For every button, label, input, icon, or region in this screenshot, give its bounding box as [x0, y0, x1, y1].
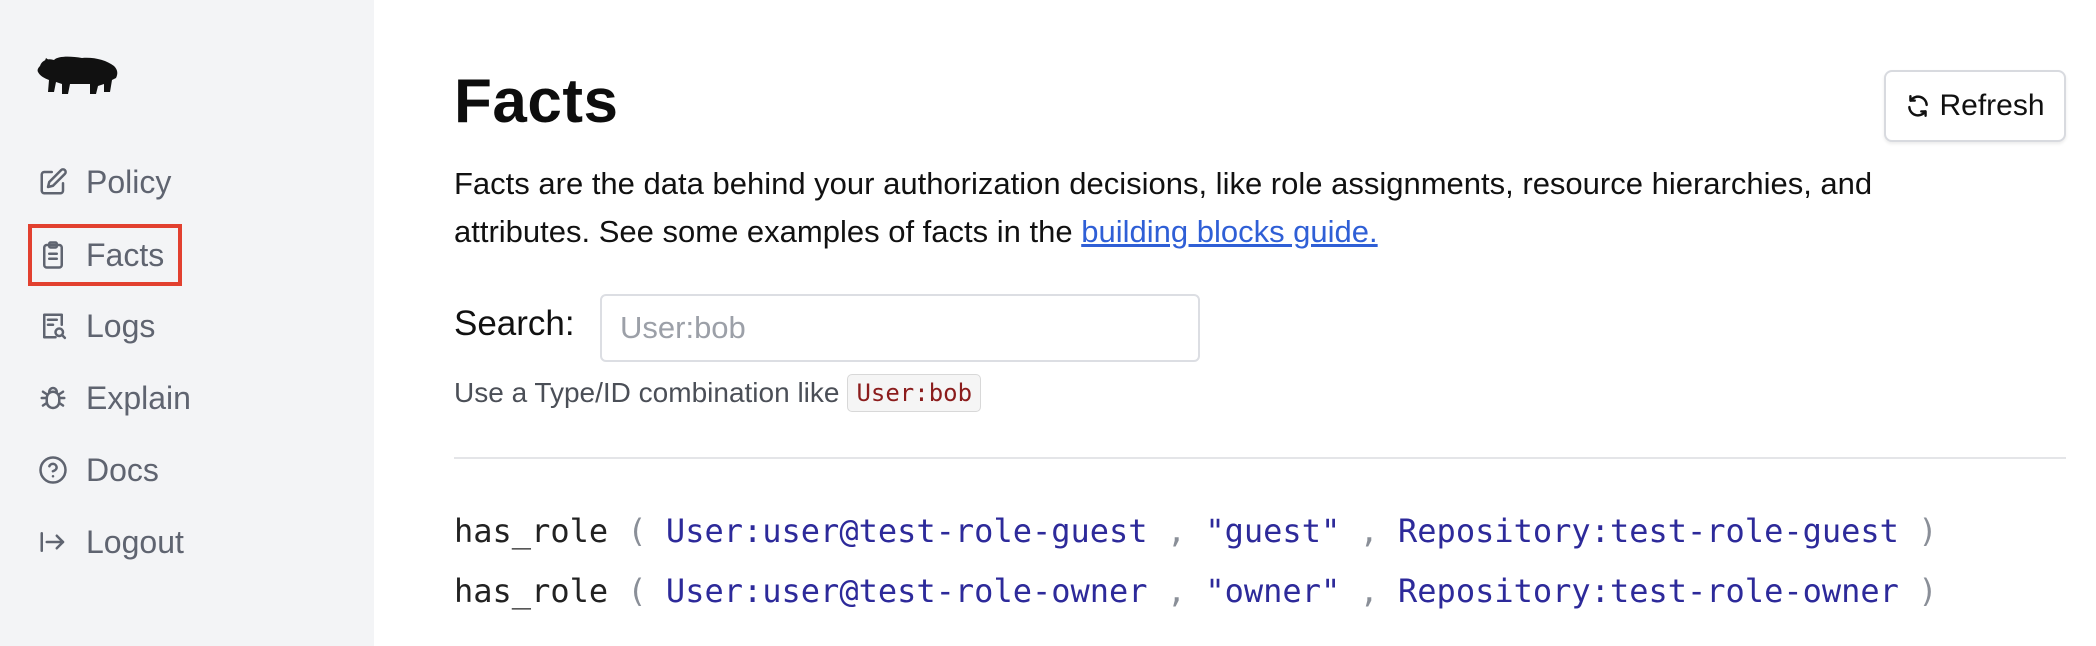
refresh-label: Refresh [1939, 89, 2045, 122]
sidebar-item-logs[interactable]: Logs [38, 302, 155, 350]
fact-arg[interactable]: User:user@test-role-guest [666, 512, 1148, 550]
hint-code: User:bob [847, 374, 982, 412]
fact-arg: "owner" [1205, 572, 1341, 610]
sidebar-item-label: Explain [86, 379, 191, 416]
sidebar-item-explain[interactable]: Explain [38, 374, 191, 422]
sidebar-item-label: Logs [86, 307, 156, 344]
fact-close-paren: ) [1898, 572, 1938, 610]
page-description: Facts are the data behind your authoriza… [454, 160, 2014, 256]
sidebar-item-label: Policy [86, 163, 172, 200]
sidebar-item-label: Logout [86, 523, 184, 560]
fact-open-paren: ( [608, 512, 666, 550]
refresh-icon [1905, 93, 1931, 119]
search-document-icon [38, 311, 68, 341]
fact-predicate: has_role [454, 512, 609, 550]
help-circle-icon [38, 455, 68, 485]
page-title: Facts [454, 67, 619, 136]
bear-logo[interactable] [36, 52, 120, 98]
bug-icon [38, 383, 68, 413]
edit-icon [38, 167, 68, 197]
search-hint: Use a Type/ID combination like User:bob [454, 374, 982, 412]
fact-arg[interactable]: User:user@test-role-owner [666, 572, 1148, 610]
fact-row: has_role ( User:user@test-role-owner , "… [454, 572, 1937, 610]
sidebar-item-logout[interactable]: Logout [38, 518, 184, 566]
sidebar-item-label: Docs [86, 451, 159, 488]
fact-comma: , [1340, 572, 1399, 610]
fact-comma: , [1147, 572, 1206, 610]
fact-row: has_role ( User:user@test-role-guest , "… [454, 512, 1937, 550]
fact-arg: "guest" [1205, 512, 1341, 550]
search-label: Search: [454, 304, 575, 343]
sidebar-item-label: Facts [86, 236, 165, 273]
fact-close-paren: ) [1898, 512, 1938, 550]
clipboard-icon [38, 240, 68, 270]
sidebar-item-docs[interactable]: Docs [38, 446, 159, 494]
refresh-button[interactable]: Refresh [1884, 70, 2066, 142]
search-input[interactable] [600, 294, 1200, 362]
building-blocks-guide-link[interactable]: building blocks guide. [1081, 214, 1377, 249]
fact-arg[interactable]: Repository:test-role-owner [1398, 572, 1899, 610]
sidebar-item-facts[interactable]: Facts [27, 224, 183, 286]
sidebar: Policy Facts Logs Explain Docs Logout [0, 0, 374, 646]
divider [454, 457, 2066, 459]
fact-comma: , [1147, 512, 1206, 550]
fact-arg[interactable]: Repository:test-role-guest [1398, 512, 1899, 550]
hint-text: Use a Type/ID combination like [454, 377, 840, 408]
sidebar-item-policy[interactable]: Policy [38, 158, 171, 206]
logout-icon [38, 527, 68, 557]
fact-open-paren: ( [608, 572, 666, 610]
fact-comma: , [1340, 512, 1399, 550]
fact-predicate: has_role [454, 572, 609, 610]
main-content: Facts Refresh Facts are the data behind … [374, 0, 2096, 646]
